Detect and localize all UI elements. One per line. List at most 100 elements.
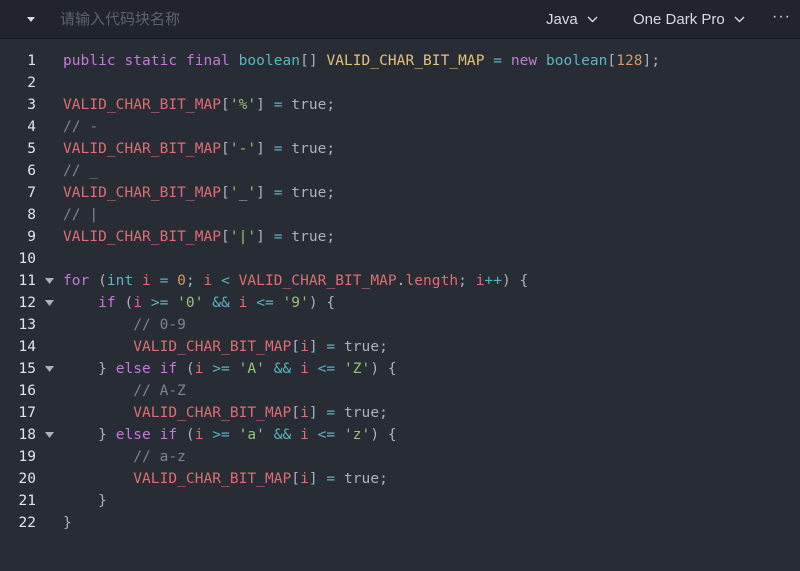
code-text: // a-z [63, 446, 186, 468]
line-number: 5 [27, 141, 36, 157]
code-token: ] [308, 405, 327, 421]
line-number: 18 [18, 427, 36, 443]
code-token: true [291, 97, 327, 113]
code-token: ; [326, 185, 336, 201]
code-token: ] [256, 185, 274, 201]
code-block-name-input[interactable] [52, 7, 468, 31]
code-token: >= [212, 427, 230, 443]
code-text: VALID_CHAR_BIT_MAP[i] = true; [63, 336, 388, 358]
code-token: ; [326, 229, 336, 245]
code-text: VALID_CHAR_BIT_MAP['|'] = true; [63, 226, 335, 248]
code-token: i [300, 405, 309, 421]
code-token: && [212, 295, 230, 311]
fold-caret-icon[interactable] [45, 366, 54, 372]
code-token: ( [89, 273, 107, 289]
code-line: 12 if (i >= '0' && i <= '9') { [0, 292, 800, 314]
code-line: 22} [0, 512, 800, 534]
line-number: 7 [27, 185, 36, 201]
code-block-toolbar: Java One Dark Pro ··· [0, 0, 800, 39]
fold-caret-icon[interactable] [45, 432, 54, 438]
chevron-down-icon [587, 16, 598, 22]
code-text: public static final boolean[] VALID_CHAR… [63, 50, 660, 72]
line-number: 9 [27, 229, 36, 245]
fold-caret-icon[interactable] [45, 278, 54, 284]
line-number: 16 [18, 383, 36, 399]
code-token: 128 [616, 53, 643, 69]
code-line: 11 for (int i = 0; i < VALID_CHAR_BIT_MAP… [0, 270, 800, 292]
code-token: VALID_CHAR_BIT_MAP [63, 229, 222, 245]
code-token: if [159, 427, 178, 443]
code-block-editor: Java One Dark Pro ··· 1 public static fin… [0, 0, 800, 571]
code-token: [] [300, 53, 327, 69]
line-number: 21 [18, 493, 36, 509]
code-text: } else if (i >= 'a' && i <= 'z') { [63, 424, 397, 446]
code-token: = [273, 141, 283, 157]
language-select[interactable]: Java [546, 9, 598, 29]
code-token: static [124, 53, 178, 69]
line-number: 12 [18, 295, 36, 311]
code-line: 17 VALID_CHAR_BIT_MAP[i] = true; [0, 402, 800, 424]
code-token: true [343, 405, 380, 421]
line-number: 10 [18, 251, 36, 267]
code-token: ; [379, 471, 388, 487]
code-token: VALID_CHAR_BIT_MAP [63, 141, 222, 157]
line-number: 14 [18, 339, 36, 355]
code-token: '-' [229, 141, 257, 157]
code-token: >= [212, 361, 230, 377]
code-token: [ [291, 405, 301, 421]
code-token: ; [379, 339, 388, 355]
code-token: public [63, 53, 116, 69]
code-line: 10 [0, 248, 800, 270]
code-token: VALID_CHAR_BIT_MAP [133, 339, 292, 355]
line-number: 19 [18, 449, 36, 465]
code-token: '%' [229, 97, 257, 113]
code-token: ] [256, 229, 274, 245]
code-token: '9' [282, 295, 309, 311]
fold-caret-icon[interactable] [45, 300, 54, 306]
code-line: 3 VALID_CHAR_BIT_MAP['%'] = true; [0, 94, 800, 116]
code-token: = [273, 185, 283, 201]
code-token: i [194, 427, 204, 443]
more-options-button[interactable]: ··· [772, 8, 798, 30]
code-token: ) { [370, 361, 397, 377]
code-line: 9 VALID_CHAR_BIT_MAP['|'] = true; [0, 226, 800, 248]
code-token: [ [607, 53, 617, 69]
code-text: VALID_CHAR_BIT_MAP['_'] = true; [63, 182, 335, 204]
code-text: // A-Z [63, 380, 186, 402]
code-token: = [326, 339, 336, 355]
theme-select[interactable]: One Dark Pro [633, 9, 745, 29]
code-text: // - [63, 116, 98, 138]
code-token: i [194, 361, 204, 377]
code-token: ; [185, 273, 204, 289]
code-token: [ [221, 141, 230, 157]
code-token: [ [221, 97, 230, 113]
code-text: // | [63, 204, 98, 226]
code-token: i [133, 295, 143, 311]
code-line: 20 VALID_CHAR_BIT_MAP[i] = true; [0, 468, 800, 490]
code-token: // 0-9 [133, 317, 186, 333]
code-token: else [115, 427, 151, 443]
code-token: ( [177, 361, 195, 377]
code-token: i [300, 427, 309, 443]
caret-down-icon[interactable] [24, 12, 38, 26]
code-token: 'a' [238, 427, 265, 443]
code-token: true [291, 229, 327, 245]
code-token: // A-Z [133, 383, 186, 399]
code-token: 0 [177, 273, 186, 289]
